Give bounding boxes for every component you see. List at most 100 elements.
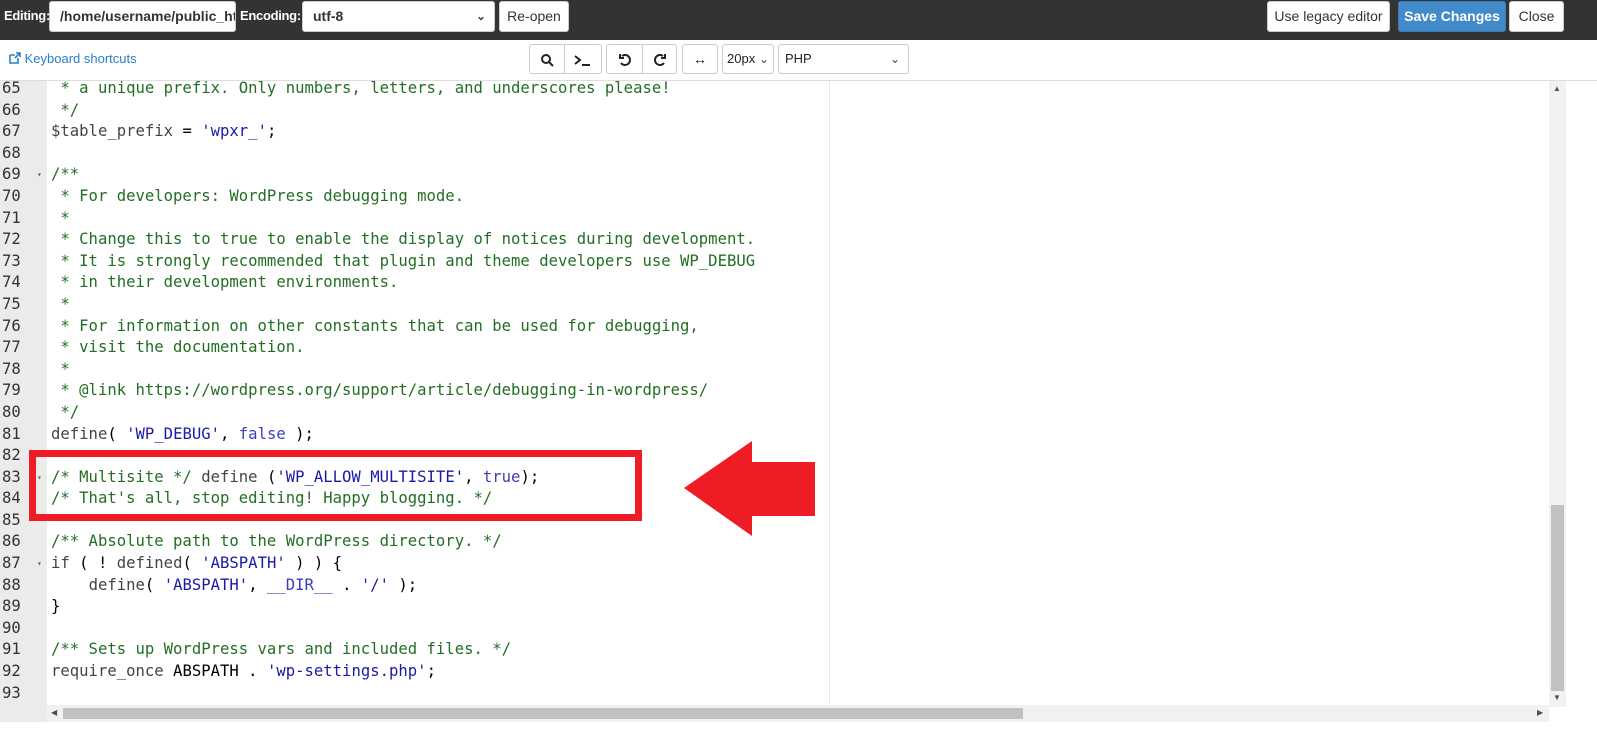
code-line[interactable]: 84 /* That's all, stop editing! Happy blo… xyxy=(0,488,492,510)
code-token: * For information on other constants tha… xyxy=(51,316,699,335)
code-lines[interactable]: 65 * a unique prefix. Only numbers, lett… xyxy=(0,81,755,705)
reopen-button[interactable]: Re-open xyxy=(499,1,569,32)
code-line[interactable]: 71 * xyxy=(0,208,70,230)
code-text: * xyxy=(51,208,69,230)
line-number: 68 xyxy=(2,143,21,162)
scroll-up-icon[interactable]: ▲ xyxy=(1553,84,1561,93)
fold-toggle-icon[interactable]: ▾ xyxy=(37,164,42,186)
code-token: ); xyxy=(520,467,540,486)
fold-toggle-icon[interactable]: ▾ xyxy=(37,553,42,575)
code-editor[interactable]: 65 * a unique prefix. Only numbers, lett… xyxy=(0,81,1597,722)
keyboard-shortcuts-link[interactable]: Keyboard shortcuts xyxy=(9,50,137,68)
red-arrow-icon xyxy=(684,441,815,536)
code-token: '/' xyxy=(360,575,390,594)
editing-label: Editing: xyxy=(4,8,50,23)
code-line[interactable]: 80 */ xyxy=(0,402,79,424)
code-line[interactable]: 83 ▾/* Multisite */ define ('WP_ALLOW_MUL… xyxy=(0,467,539,489)
code-line[interactable]: 91 /** Sets up WordPress vars and include… xyxy=(0,639,511,661)
code-token: 'wpxr_' xyxy=(201,122,267,141)
code-token: ); xyxy=(389,575,418,594)
code-token: , xyxy=(464,467,483,486)
line-number: 93 xyxy=(2,683,21,702)
code-line[interactable]: 75 * xyxy=(0,294,70,316)
code-text: $table_prefix = 'wpxr_'; xyxy=(51,121,276,143)
chevron-down-icon: ⌄ xyxy=(758,52,769,66)
code-token: ( xyxy=(182,554,202,573)
code-line[interactable]: 87 ▾ if ( ! defined( 'ABSPATH' ) ) { xyxy=(0,553,342,575)
horizontal-scroll-thumb[interactable] xyxy=(63,708,1023,719)
code-line[interactable]: 81 define( 'WP_DEBUG', false ); xyxy=(0,424,314,446)
code-text: * It is strongly recommended that plugin… xyxy=(51,251,755,273)
code-line[interactable]: 69 ▾/** xyxy=(0,164,79,186)
code-text: /** Sets up WordPress vars and included … xyxy=(51,639,511,661)
code-token: $table_prefix xyxy=(51,122,174,141)
line-number: 72 xyxy=(2,230,21,249)
code-line[interactable]: 79 * @link https://wordpress.org/support… xyxy=(0,380,708,402)
undo-button[interactable] xyxy=(606,44,643,74)
font-size-select[interactable]: 20px ⌄ xyxy=(722,44,774,74)
code-line[interactable]: 90 xyxy=(0,618,47,640)
close-button[interactable]: Close xyxy=(1509,1,1564,32)
code-line[interactable]: 89} xyxy=(0,596,60,618)
code-line[interactable]: 76 * For information on other constants … xyxy=(0,316,699,338)
vertical-scroll-thumb[interactable] xyxy=(1551,505,1564,691)
goto-line-button[interactable] xyxy=(564,44,602,74)
code-token: * xyxy=(51,294,70,313)
file-path-field[interactable]: /home/username/public_html/wp-config.php xyxy=(49,1,236,32)
code-token: define xyxy=(191,467,267,486)
redo-button[interactable] xyxy=(642,44,677,74)
code-token: , xyxy=(220,424,239,443)
scroll-right-icon[interactable]: ▶ xyxy=(1537,708,1543,717)
code-line[interactable]: 86 /** Absolute path to the WordPress dir… xyxy=(0,531,502,553)
code-line[interactable]: 93 xyxy=(0,683,47,705)
word-wrap-button[interactable]: ↔ xyxy=(682,44,718,74)
font-size-value: 20px xyxy=(727,51,756,66)
code-text: /** xyxy=(51,164,79,186)
chevron-down-icon: ⌄ xyxy=(889,52,900,66)
line-number: 67 xyxy=(2,122,21,141)
code-token: false xyxy=(238,424,286,443)
code-text: * @link https://wordpress.org/support/ar… xyxy=(51,380,708,402)
code-line[interactable]: 77 * visit the documentation. xyxy=(0,337,304,359)
code-line[interactable]: 72 * Change this to true to enable the d… xyxy=(0,229,755,251)
search-button[interactable] xyxy=(529,44,565,74)
code-token: ; xyxy=(266,122,277,141)
external-link-icon xyxy=(9,52,21,64)
code-token: } xyxy=(51,597,61,616)
code-text: * xyxy=(51,359,70,381)
encoding-select[interactable]: utf-8 ⌄ xyxy=(302,1,495,32)
code-token: ( xyxy=(107,424,127,443)
code-line[interactable]: 67 $table_prefix = 'wpxr_'; xyxy=(0,121,276,143)
code-line[interactable]: 70 * For developers: WordPress debugging… xyxy=(0,186,464,208)
code-text: * a unique prefix. Only numbers, letters… xyxy=(51,81,670,100)
scroll-left-icon[interactable]: ◀ xyxy=(51,708,57,717)
code-line[interactable]: 66 */ xyxy=(0,100,79,122)
code-line[interactable]: 92 require_once ABSPATH . 'wp-settings.ph… xyxy=(0,661,436,683)
code-token: * It is strongly recommended that plugin… xyxy=(51,251,756,270)
code-line[interactable]: 68 xyxy=(0,143,47,165)
code-token: ) ) { xyxy=(285,554,343,573)
fold-toggle-icon[interactable]: ▾ xyxy=(37,467,42,489)
save-changes-button[interactable]: Save Changes xyxy=(1398,1,1506,32)
line-number: 75 xyxy=(2,294,21,313)
code-token: * xyxy=(51,359,70,378)
code-token: /** Sets up WordPress vars and included … xyxy=(51,640,512,659)
code-token: 'wp-settings.php' xyxy=(266,662,427,681)
code-line[interactable]: 78 * xyxy=(0,359,70,381)
code-line[interactable]: 74 * in their development environments. xyxy=(0,272,398,294)
line-number: 71 xyxy=(2,208,21,227)
code-token: define xyxy=(88,575,145,594)
code-line[interactable]: 88 define( 'ABSPATH', __DIR__ . '/' ); xyxy=(0,575,417,597)
line-number: 85 xyxy=(2,510,21,529)
code-line[interactable]: 82 xyxy=(0,445,47,467)
line-number: 65 xyxy=(2,81,21,97)
code-line[interactable]: 73 * It is strongly recommended that plu… xyxy=(0,251,755,273)
code-line[interactable]: 85 xyxy=(0,510,47,532)
horizontal-scrollbar[interactable]: ◀ ▶ xyxy=(47,705,1549,722)
code-line[interactable]: 65 * a unique prefix. Only numbers, lett… xyxy=(0,81,671,100)
scroll-down-icon[interactable]: ▼ xyxy=(1553,693,1561,702)
mode-select[interactable]: PHP ⌄ xyxy=(778,44,909,74)
code-token: defined xyxy=(116,554,183,573)
vertical-scrollbar[interactable]: ▲ ▼ xyxy=(1549,81,1566,707)
legacy-editor-button[interactable]: Use legacy editor xyxy=(1267,1,1390,32)
